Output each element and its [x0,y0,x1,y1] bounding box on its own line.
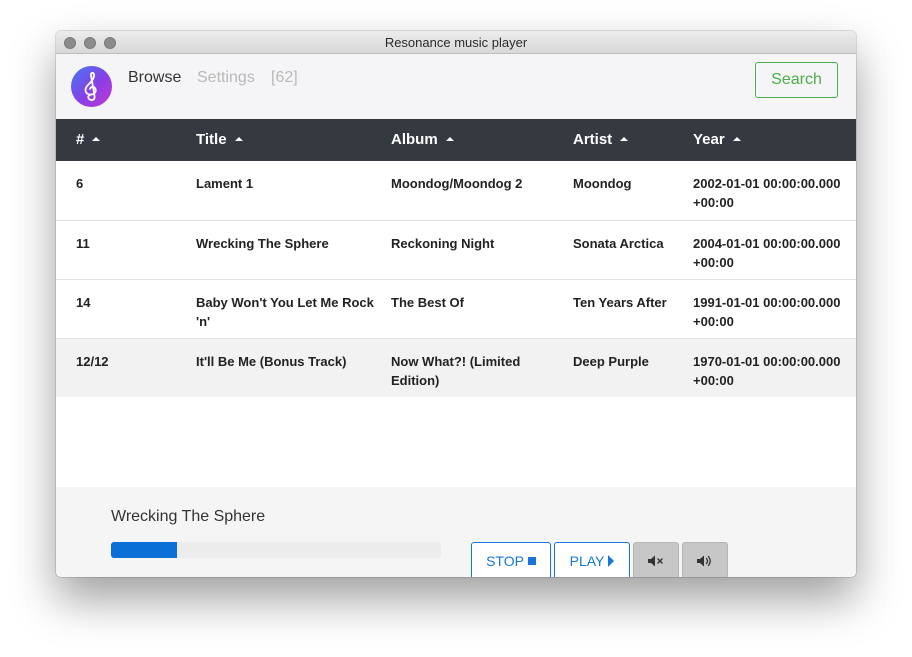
column-header-label: Album [391,131,438,148]
play-icon [608,554,615,567]
track-number: 6 [76,176,84,191]
nav-settings[interactable]: Settings [197,69,255,87]
track-artist: Moondog [573,176,632,191]
column-header-label: # [76,131,85,148]
window-title: Resonance music player [384,35,528,50]
sort-ascending-icon [92,137,101,141]
play-button[interactable]: PLAY [554,542,630,577]
track-number: 14 [76,295,91,310]
navbar: Browse Settings [62] Search [56,54,856,119]
track-year: 1991-01-01 00:00:00.000 +00:00 [693,295,841,329]
column-header-album[interactable]: Album [391,131,454,148]
track-year: 2004-01-01 00:00:00.000 +00:00 [693,236,841,270]
track-artist: Deep Purple [573,354,649,369]
treble-clef-logo-icon [71,66,112,107]
sort-ascending-icon [620,137,629,141]
table-header: # Title Album Artist Year [56,119,856,161]
nav-browse[interactable]: Browse [128,69,181,87]
speaker-mute-icon [648,555,663,566]
progress-bar[interactable] [111,542,441,558]
column-header-label: Title [196,131,227,148]
table-row[interactable]: 11 Wrecking The Sphere Reckoning Night S… [56,220,856,279]
track-year: 2002-01-01 00:00:00.000 +00:00 [693,176,841,210]
stop-button[interactable]: STOP [471,542,551,577]
speaker-volume-icon [697,555,711,566]
now-playing-title: Wrecking The Sphere [111,508,266,525]
track-count: [62] [271,69,298,86]
app-window: Resonance music player Browse Settings [… [56,31,856,577]
table-row[interactable]: 14 Baby Won't You Let Me Rock 'n' The Be… [56,279,856,338]
stop-label: STOP [486,552,524,569]
track-title: Wrecking The Sphere [196,236,329,251]
player-bar: Wrecking The Sphere STOP PLAY [56,487,856,577]
track-year: 1970-01-01 00:00:00.000 +00:00 [693,354,841,388]
table-empty-area [56,397,856,487]
track-album: The Best Of [391,295,464,310]
column-header-year[interactable]: Year [693,131,741,148]
tracks-table: # Title Album Artist Year 6 Lament 1 Moo… [56,119,856,487]
play-label: PLAY [569,552,605,569]
track-title: Lament 1 [196,176,254,191]
column-header-number[interactable]: # [76,131,101,148]
column-header-label: Artist [573,131,613,148]
column-header-title[interactable]: Title [196,131,243,148]
track-album: Now What?! (Limited Edition) [391,354,521,388]
volume-button[interactable] [682,542,728,577]
column-header-artist[interactable]: Artist [573,131,629,148]
table-row[interactable]: 6 Lament 1 Moondog/Moondog 2 Moondog 200… [56,161,856,220]
sort-ascending-icon [732,137,741,141]
sort-ascending-icon [445,137,454,141]
track-title: It'll Be Me (Bonus Track) [196,354,347,369]
search-button[interactable]: Search [755,62,838,98]
sort-ascending-icon [234,137,243,141]
track-number: 11 [76,236,90,251]
stop-icon [527,556,536,565]
track-artist: Ten Years After [573,295,667,310]
progress-fill [111,542,177,558]
track-number: 12/12 [76,354,109,369]
column-header-label: Year [693,131,725,148]
track-album: Moondog/Moondog 2 [391,176,523,191]
track-artist: Sonata Arctica [573,236,664,251]
mute-button[interactable] [633,542,679,577]
table-row-selected[interactable]: 12/12 It'll Be Me (Bonus Track) Now What… [56,338,856,397]
title-bar: Resonance music player [56,31,856,54]
track-title: Baby Won't You Let Me Rock 'n' [196,295,374,329]
track-album: Reckoning Night [391,236,495,251]
